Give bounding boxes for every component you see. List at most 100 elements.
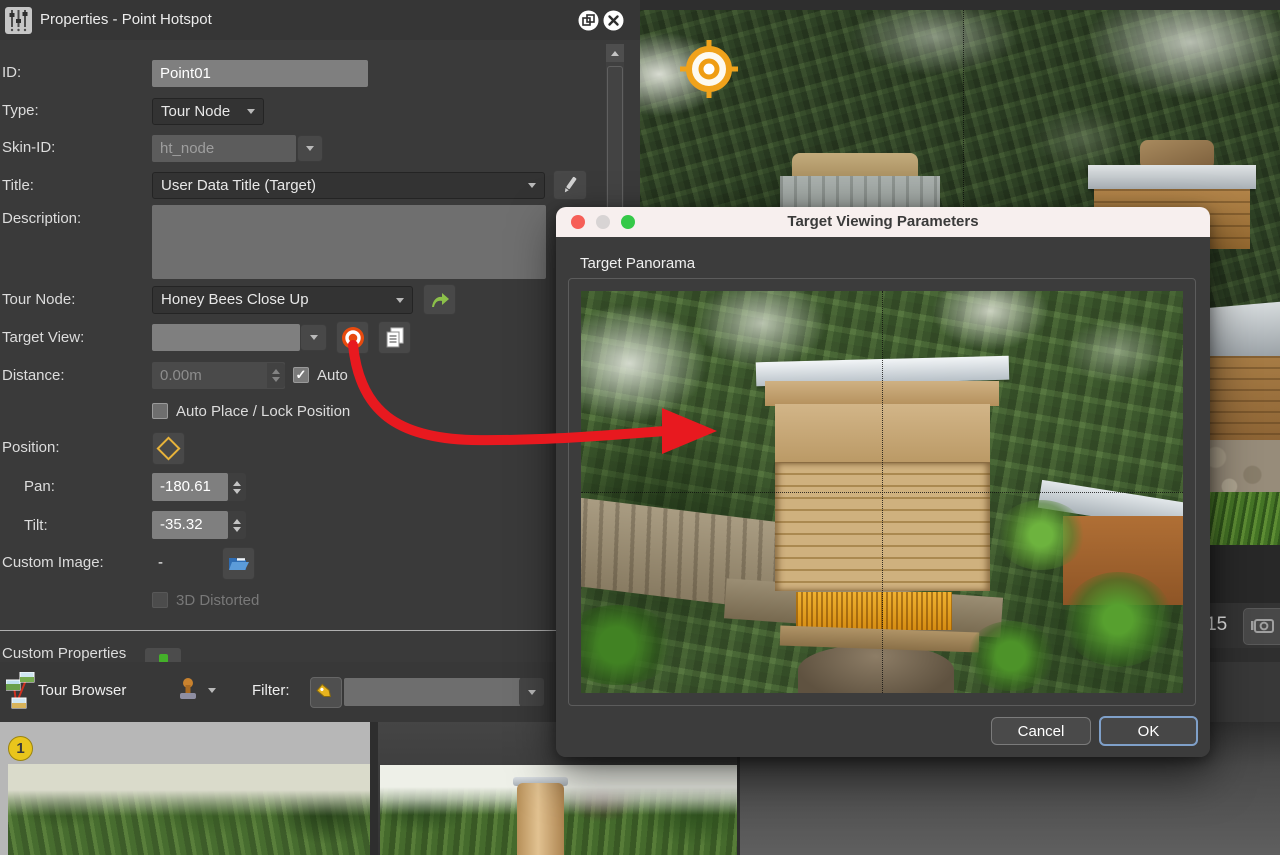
distance-spinner[interactable] — [267, 363, 285, 388]
set-target-view-button[interactable] — [336, 321, 369, 354]
snapshot-button[interactable] — [1243, 608, 1280, 645]
browse-image-button[interactable] — [222, 547, 255, 580]
tour-browser-icon — [6, 672, 38, 712]
distorted-checkbox[interactable] — [152, 592, 168, 608]
id-label: ID: — [2, 64, 21, 81]
chevron-down-icon — [528, 183, 536, 188]
skin-id-dropdown-button[interactable] — [297, 135, 323, 162]
beehive-entrance-tray — [796, 592, 953, 630]
dialog-titlebar[interactable]: Target Viewing Parameters — [556, 207, 1210, 237]
scrollbar-up-button[interactable] — [606, 44, 624, 62]
ok-button[interactable]: OK — [1099, 716, 1198, 746]
id-input[interactable]: Point01 — [152, 60, 368, 87]
dialog-body: Target Panorama Cancel OK — [556, 237, 1210, 757]
spin-down-icon — [272, 377, 280, 382]
title-label: Title: — [2, 177, 34, 194]
folder-open-icon — [228, 555, 250, 573]
chevron-down-icon — [306, 146, 314, 151]
properties-icon — [5, 7, 32, 34]
arrow-up-icon — [611, 51, 619, 56]
custom-properties-toggle[interactable] — [145, 648, 181, 662]
auto-label: Auto — [317, 367, 348, 384]
target-view-label: Target View: — [2, 329, 84, 346]
panel-title: Properties - Point Hotspot — [40, 11, 212, 28]
float-window-icon[interactable] — [578, 10, 599, 31]
distorted-label: 3D Distorted — [176, 592, 259, 609]
type-label: Type: — [2, 102, 39, 119]
pano2vr-target-icon — [340, 325, 366, 351]
filter-input[interactable] — [344, 678, 521, 706]
goto-node-button[interactable] — [423, 284, 456, 315]
hive-body — [517, 783, 564, 855]
filter-tag-button[interactable] — [310, 677, 342, 708]
jump-arrow-icon — [430, 291, 450, 309]
diamond-icon — [156, 436, 180, 460]
tour-node-thumbnail-selected[interactable]: 1 — [0, 722, 370, 855]
thumbnail-image — [380, 765, 737, 855]
chevron-down-icon — [310, 335, 318, 340]
section-divider — [0, 630, 640, 631]
edit-title-button[interactable] — [553, 170, 587, 200]
target-view-input[interactable] — [152, 324, 300, 351]
spin-up-icon — [272, 369, 280, 374]
camera-icon — [1251, 615, 1277, 635]
cancel-button[interactable]: Cancel — [991, 717, 1091, 745]
pan-label: Pan: — [24, 478, 55, 495]
chevron-down-icon — [247, 109, 255, 114]
target-view-dropdown-button[interactable] — [300, 324, 327, 351]
pan-spinner[interactable] — [228, 473, 246, 501]
custom-image-value: - — [158, 554, 163, 571]
foreground-leaves — [1063, 572, 1173, 667]
foreground-leaves — [966, 621, 1056, 691]
thumbnail-image — [8, 764, 370, 855]
stamp-dropdown-caret — [208, 688, 216, 693]
position-label: Position: — [2, 439, 60, 456]
dialog-title: Target Viewing Parameters — [556, 207, 1210, 237]
target-panorama-label: Target Panorama — [580, 255, 695, 272]
spin-down-icon — [233, 489, 241, 494]
copy-view-button[interactable] — [378, 321, 411, 354]
tour-browser-title: Tour Browser — [38, 682, 126, 699]
tilt-label: Tilt: — [24, 517, 48, 534]
position-marker-button[interactable] — [152, 432, 185, 465]
pan-input[interactable]: -180.61 — [152, 473, 228, 501]
node-number-badge: 1 — [8, 736, 33, 761]
tilt-input[interactable]: -35.32 — [152, 511, 228, 539]
custom-image-label: Custom Image: — [2, 554, 104, 571]
tour-node-dropdown[interactable]: Honey Bees Close Up — [152, 286, 413, 314]
spin-up-icon — [233, 481, 241, 486]
tour-node-label: Tour Node: — [2, 291, 75, 308]
spin-down-icon — [233, 527, 241, 532]
foreground-leaves — [996, 500, 1086, 570]
filter-label: Filter: — [252, 682, 290, 699]
point-hotspot-icon[interactable] — [678, 38, 740, 100]
chevron-down-icon — [396, 298, 404, 303]
skin-id-label: Skin-ID: — [2, 139, 55, 156]
skin-id-input[interactable]: ht_node — [152, 135, 296, 162]
foreground-leaves — [581, 605, 677, 685]
properties-panel: Properties - Point Hotspot ID: Point01 T… — [0, 0, 640, 662]
panel-header: Properties - Point Hotspot — [0, 0, 640, 40]
stamp-icon — [176, 677, 202, 703]
tree-trunk — [798, 645, 955, 693]
tag-icon — [314, 681, 336, 703]
type-dropdown[interactable]: Tour Node — [152, 98, 264, 125]
close-icon[interactable] — [603, 10, 624, 31]
filter-dropdown-button[interactable] — [519, 678, 544, 706]
copy-icon — [385, 327, 405, 349]
tilt-spinner[interactable] — [228, 511, 246, 539]
auto-place-checkbox[interactable] — [152, 403, 168, 419]
stamp-tool-button[interactable] — [176, 674, 224, 708]
target-panorama-preview[interactable] — [581, 291, 1183, 693]
hive-lid — [1088, 165, 1256, 189]
green-indicator-icon — [159, 654, 168, 663]
distance-input[interactable]: 0.00m — [152, 362, 285, 389]
description-textarea[interactable] — [152, 205, 546, 279]
chevron-down-icon — [528, 690, 536, 695]
pencil-icon — [561, 175, 579, 195]
title-dropdown[interactable]: User Data Title (Target) — [152, 172, 545, 199]
description-label: Description: — [2, 210, 81, 227]
spin-up-icon — [233, 519, 241, 524]
target-viewing-parameters-dialog: Target Viewing Parameters Target Panoram… — [556, 207, 1210, 757]
auto-distance-checkbox[interactable]: ✓ — [293, 367, 309, 383]
